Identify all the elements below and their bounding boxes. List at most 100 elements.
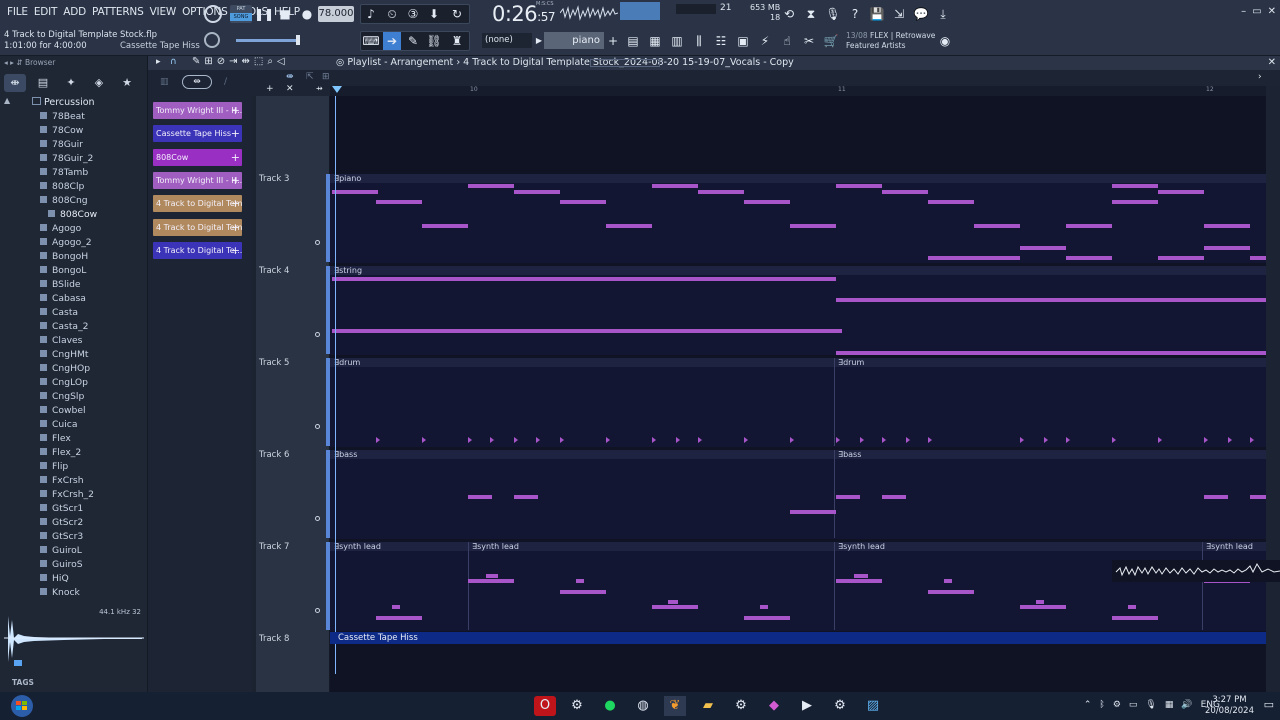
spotify-icon[interactable]: ● [599,696,621,716]
browser-view-icon[interactable]: ▣ [734,32,752,50]
touch-controller-icon[interactable]: ☝ [778,32,796,50]
tray-battery-icon[interactable]: ▭ [1129,700,1138,710]
tray-steam-icon[interactable]: ⚙ [1113,700,1121,710]
opera-icon[interactable]: O [534,696,556,716]
mixer-view-icon[interactable]: ⫼ [690,32,708,50]
pattern-selector[interactable]: (none) [482,33,532,48]
browser-item[interactable]: FxCrsh [40,474,84,488]
davinci-icon[interactable]: ◆ [763,696,785,716]
taskbar-clock[interactable]: 3:27 PM 20/08/2024 [1205,695,1254,717]
playlist-close-icon[interactable]: ✕ [1268,56,1276,70]
steam-alt-icon[interactable]: ⚙ [730,696,752,716]
browser-item[interactable]: Cowbel [40,404,86,418]
folder-percussion[interactable]: Percussion [32,96,95,110]
track-mute-dot-icon[interactable] [315,424,320,429]
pattern-item[interactable]: 4 Track to Digital Templat...+ [153,218,242,236]
browser-item[interactable]: Agogo_2 [40,236,92,250]
windows-start-icon[interactable] [6,694,38,718]
playlist-overview-scroll[interactable] [590,59,660,67]
tags-label[interactable]: TAGS [12,678,34,687]
fl-studio-icon[interactable]: ❦ [664,696,686,716]
browser-item[interactable]: GtScr3 [40,530,83,544]
pattern-item[interactable]: Tommy Wright III - H... + [153,102,242,119]
clip-label[interactable]: ∃bass [834,450,1266,459]
undo-icon[interactable]: ⟲ [780,5,798,23]
pat-song-toggle[interactable]: PAT SONG [230,5,252,23]
track-lane[interactable] [330,459,1266,539]
add-pattern-plus-icon[interactable]: + [231,149,240,166]
channel-rack-view-icon[interactable]: ▦ [646,32,664,50]
browser-tab-favorites-icon[interactable]: ★ [116,74,138,92]
clip-label[interactable]: ∃drum [330,358,834,367]
browser-item[interactable]: BongoH [40,250,88,264]
piano-roll-view-icon[interactable]: ♜ [448,32,466,50]
menu-add[interactable]: ADD [60,6,89,18]
browser-item[interactable]: CngLOp [40,376,88,390]
mic-icon[interactable]: 🎙 [824,5,842,23]
pattern-item[interactable]: 808Cow + [153,148,242,166]
browser-item[interactable]: Flex_2 [40,446,81,460]
grid-icon[interactable]: ⊞ [322,72,330,82]
minimize-button[interactable]: – [1241,6,1246,17]
browser-item[interactable]: 78Cow [40,124,83,138]
add-pattern-plus-icon[interactable]: + [231,195,240,212]
remove-track-icon[interactable]: ✕ [286,84,294,94]
pause-icon[interactable]: ❚❚ [254,5,274,23]
export-icon[interactable]: ⇲ [890,5,908,23]
playlist-lanes[interactable]: ∃piano ∃string ∃drum ∃drum ∃bass ∃bass ∃synth … [326,96,1266,692]
timeline-ruler[interactable]: 10 11 12 [330,86,1266,96]
scroll-right-icon[interactable]: › [1258,72,1262,82]
browser-item[interactable]: BongoL [40,264,86,278]
record-icon[interactable]: ● [298,5,316,23]
help-icon[interactable]: ? [846,5,864,23]
clip-label[interactable]: ∃synth lead [468,542,834,551]
save-icon[interactable]: 💾 [868,5,886,23]
shop-icon[interactable]: 🛒 [822,32,840,50]
add-track-icon[interactable]: + [266,84,274,94]
clip-label[interactable]: ∃string [330,266,1266,275]
add-pattern-plus-icon[interactable]: + [231,102,240,119]
menu-patterns[interactable]: PATTERNS [89,6,147,18]
main-volume-knob-icon[interactable] [204,5,222,23]
browser-item[interactable]: 808Clp [40,180,84,194]
media-player-icon[interactable]: ▶ [796,696,818,716]
vertical-zoom-icon[interactable]: ⇱ [306,72,314,82]
track-name[interactable]: Track 6 [259,450,289,460]
browser-item[interactable]: Cuica [40,418,77,432]
settings-icon[interactable]: ⚙ [829,696,851,716]
tray-chevron-icon[interactable]: ⌃ [1084,700,1092,710]
close-button[interactable]: ✕ [1268,6,1276,17]
playlist-view-icon[interactable]: ▤ [624,32,642,50]
pattern-item[interactable]: Tommy Wright III - H... + [153,171,242,189]
browser-item[interactable]: Agogo [40,222,81,236]
magnet-icon[interactable]: ∩ [170,57,177,67]
menu-view[interactable]: VIEW [147,6,180,18]
add-pattern-icon[interactable]: + [604,32,622,50]
track-lane[interactable] [330,275,1266,355]
browser-item[interactable]: GuiroS [40,558,83,572]
tray-volume-icon[interactable]: 🔊 [1181,700,1192,710]
draw-mode-icon[interactable]: ∕ [224,77,227,87]
menu-file[interactable]: FILE [4,6,31,18]
browser-item[interactable]: CngHOp [40,362,90,376]
countdown-icon[interactable]: ③ [404,5,422,23]
pattern-item[interactable]: 4 Track to Digital Te... + [153,241,242,259]
metronome-icon[interactable]: ♪ [362,5,380,23]
browser-item[interactable]: GuiroL [40,544,82,558]
master-volume-slider[interactable] [236,39,300,42]
playlist-vertical-scrollbar[interactable] [1266,86,1280,692]
browser-item[interactable]: Flex [40,432,71,446]
chrome-icon[interactable]: ◍ [632,696,654,716]
browser-item[interactable]: 78Tamb [40,166,88,180]
browser-item[interactable]: Flip [40,460,68,474]
menu-edit[interactable]: EDIT [31,6,60,18]
browser-tab-all-icon[interactable]: ⇼ [4,74,26,92]
clip-label[interactable]: ∃synth lead [330,542,468,551]
step-edit-icon[interactable]: ⬇ [425,5,443,23]
track-name[interactable]: Track 3 [259,174,289,184]
browser-item[interactable]: 78Guir [40,138,83,152]
browser-item[interactable]: Casta_2 [40,320,89,334]
pattern-picker-toggle-icon[interactable]: ⇹ [182,75,212,89]
tray-bluetooth-icon[interactable]: ᛒ [1099,700,1104,710]
link-icon[interactable]: ⛓ [425,32,443,50]
